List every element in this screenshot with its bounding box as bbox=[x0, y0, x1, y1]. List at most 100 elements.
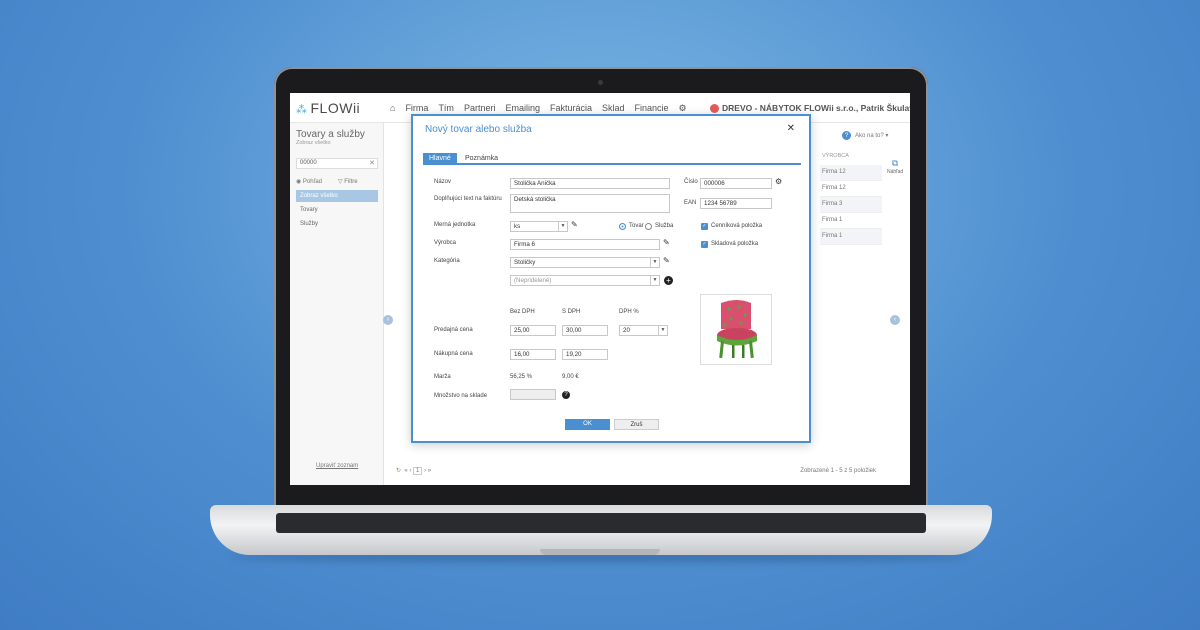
nav-item-firma[interactable]: Firma bbox=[405, 103, 428, 114]
view-tabs: ◉ Pohľad ▽ Filtre bbox=[296, 178, 358, 185]
chevron-down-icon: ▼ bbox=[658, 326, 667, 335]
help-icon[interactable]: ? bbox=[562, 391, 570, 399]
goods-label: Tovar bbox=[629, 223, 644, 229]
number-label: Číslo bbox=[684, 179, 698, 185]
service-label: Služba bbox=[655, 223, 674, 229]
category-select[interactable]: Stoličky ▼ bbox=[510, 257, 660, 268]
preview-button[interactable]: ⧉ Náhľad bbox=[887, 158, 903, 175]
bottom-bar: ↻ « ‹ 1 › » Zobrazené 1 - 5 z 5 položiek bbox=[390, 465, 890, 479]
add-category-icon[interactable]: + bbox=[664, 276, 673, 285]
pricelist-checkbox[interactable]: ✓ bbox=[701, 223, 708, 230]
purchase-price-with-vat-field[interactable]: 19,20 bbox=[562, 349, 608, 360]
sidebar-item-services[interactable]: Služby bbox=[296, 218, 378, 230]
name-field[interactable]: Stolička Anička bbox=[510, 178, 670, 189]
tab-main[interactable]: Hlavné bbox=[423, 153, 457, 165]
left-panel: Tovary a služby Zobraz všetko 00000 ✕ ◉ … bbox=[290, 123, 384, 485]
webcam bbox=[598, 80, 603, 85]
dialog-tabs: Hlavné Poznámka bbox=[423, 153, 801, 165]
stock-item-checkbox[interactable]: ✓ bbox=[701, 241, 708, 248]
gear-icon[interactable]: ⚙ bbox=[679, 103, 687, 114]
chevron-down-icon: ▼ bbox=[650, 258, 659, 267]
close-icon[interactable]: ✕ bbox=[787, 123, 795, 134]
table-row[interactable]: Firma 1 bbox=[820, 213, 882, 229]
tab-view[interactable]: ◉ Pohľad bbox=[296, 178, 322, 185]
page-subtitle: Zobraz všetko bbox=[296, 140, 331, 146]
home-icon[interactable]: ⌂ bbox=[390, 103, 395, 114]
product-image[interactable] bbox=[700, 294, 772, 365]
table-row[interactable]: Firma 12 bbox=[820, 165, 882, 181]
table-row[interactable]: Firma 3 bbox=[820, 197, 882, 213]
table-row[interactable]: Firma 12 bbox=[820, 181, 882, 197]
question-icon: ? bbox=[842, 131, 851, 140]
chair-image-icon bbox=[717, 300, 757, 359]
logo: ⁂ FLOWii bbox=[296, 100, 361, 116]
gear-icon[interactable]: ⚙ bbox=[775, 177, 782, 186]
sidebar-item-goods[interactable]: Tovary bbox=[296, 204, 378, 216]
column-header: VÝROBCA bbox=[822, 153, 849, 159]
edit-list-link[interactable]: Upraviť zoznam bbox=[316, 463, 358, 469]
refresh-icon[interactable]: ↻ bbox=[396, 468, 401, 474]
logo-icon: ⁂ bbox=[296, 104, 308, 116]
name-label: Názov bbox=[434, 179, 452, 185]
tab-filter[interactable]: ▽ Filtre bbox=[338, 178, 358, 185]
with-vat-header: S DPH bbox=[562, 309, 581, 315]
nav-item-emailing[interactable]: Emailing bbox=[505, 103, 540, 114]
stock-item-label: Skladová položka bbox=[711, 241, 759, 247]
nav-item-fakturacia[interactable]: Fakturácia bbox=[550, 103, 592, 114]
company-switcher[interactable]: DREVO - NÁBYTOK FLOWii s.r.o., Patrik Šk… bbox=[710, 103, 910, 114]
tab-note[interactable]: Poznámka bbox=[459, 153, 504, 165]
chevron-down-icon: ▼ bbox=[650, 276, 659, 285]
nav-item-financie[interactable]: Financie bbox=[635, 103, 669, 114]
purchase-price-without-vat-field[interactable]: 16,00 bbox=[510, 349, 556, 360]
sale-price-without-vat-field[interactable]: 25,00 bbox=[510, 325, 556, 336]
edit-category-icon[interactable]: ✎ bbox=[663, 256, 670, 265]
collapse-right-icon[interactable]: ‹ bbox=[890, 315, 900, 325]
new-item-dialog: Nový tovar alebo služba ✕ Hlavné Poznámk… bbox=[411, 114, 811, 443]
external-link-icon: ⧉ bbox=[891, 158, 899, 168]
laptop-notch bbox=[540, 549, 660, 555]
margin-amount: 9,00 € bbox=[562, 374, 579, 380]
stock-qty-field bbox=[510, 389, 556, 400]
radio-service[interactable] bbox=[645, 223, 652, 230]
nav-item-sklad[interactable]: Sklad bbox=[602, 103, 625, 114]
main-nav: ⌂ Firma Tím Partneri Emailing Fakturácia… bbox=[390, 103, 687, 114]
collapse-left-icon[interactable]: ‹ bbox=[383, 315, 393, 325]
manufacturer-field[interactable]: Firma 6 bbox=[510, 239, 660, 250]
unit-select[interactable]: ks ▼ bbox=[510, 221, 568, 232]
nav-item-tim[interactable]: Tím bbox=[438, 103, 454, 114]
edit-unit-icon[interactable]: ✎ bbox=[571, 220, 578, 229]
nav-item-partneri[interactable]: Partneri bbox=[464, 103, 496, 114]
ok-button[interactable]: OK bbox=[565, 419, 610, 430]
clear-icon[interactable]: ✕ bbox=[369, 159, 375, 167]
notification-badge-icon bbox=[710, 104, 719, 114]
vat-pct-header: DPH % bbox=[619, 309, 639, 315]
chevron-down-icon: ▼ bbox=[558, 222, 567, 231]
ean-field[interactable]: 1234 56789 bbox=[700, 198, 772, 209]
invoice-text-field[interactable]: Detská stolička bbox=[510, 194, 670, 213]
vat-select[interactable]: 20 ▼ bbox=[619, 325, 668, 336]
help-link[interactable]: ? Ako na to? ▾ bbox=[842, 131, 888, 140]
page-title: Tovary a služby bbox=[296, 129, 365, 140]
pager: ↻ « ‹ 1 › » bbox=[396, 467, 432, 475]
category-label: Kategória bbox=[434, 258, 460, 264]
invoice-text-label: Doplňujúci text na faktúru bbox=[434, 196, 502, 202]
search-input[interactable]: 00000 ✕ bbox=[296, 158, 378, 169]
items-status: Zobrazené 1 - 5 z 5 položiek bbox=[800, 468, 876, 474]
screen: ⁂ FLOWii ⌂ Firma Tím Partneri Emailing Fa… bbox=[290, 93, 910, 485]
edit-manufacturer-icon[interactable]: ✎ bbox=[663, 238, 670, 247]
manufacturer-column: VÝROBCA Firma 12 Firma 12 Firma 3 Firma … bbox=[820, 153, 882, 245]
stock-qty-label: Množstvo na sklade bbox=[434, 393, 488, 399]
page-number[interactable]: 1 bbox=[413, 467, 423, 475]
margin-label: Marža bbox=[434, 374, 451, 380]
manufacturer-label: Výrobca bbox=[434, 240, 457, 246]
sidebar-item-all[interactable]: Zobraz všetko bbox=[296, 190, 378, 202]
purchase-price-label: Nákupná cena bbox=[434, 351, 473, 357]
radio-goods[interactable] bbox=[619, 223, 626, 230]
table-row[interactable]: Firma 1 bbox=[820, 229, 882, 245]
number-field[interactable]: 000006 bbox=[700, 178, 772, 189]
sale-price-with-vat-field[interactable]: 30,00 bbox=[562, 325, 608, 336]
subcategory-select[interactable]: (Nepridelené) ▼ bbox=[510, 275, 660, 286]
cancel-button[interactable]: Zruš bbox=[614, 419, 659, 430]
pricelist-label: Cenníková položka bbox=[711, 223, 763, 229]
keyboard bbox=[276, 513, 926, 533]
